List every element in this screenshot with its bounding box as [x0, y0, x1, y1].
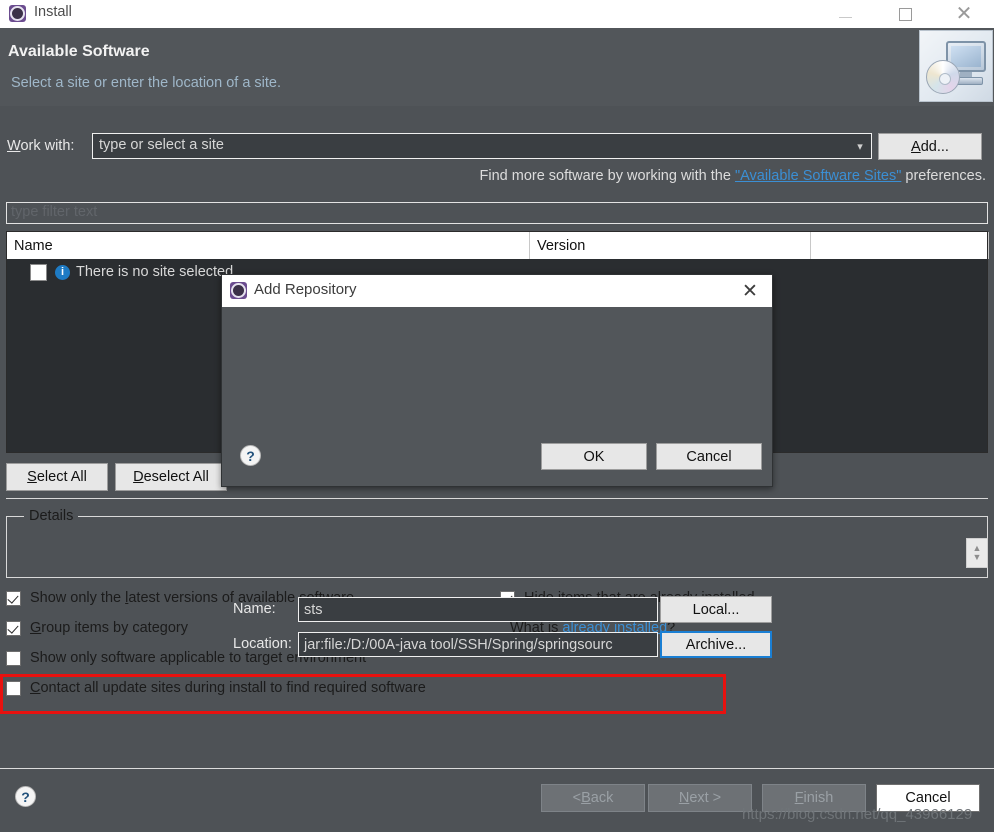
ok-button[interactable]: OK	[541, 443, 647, 470]
help-icon[interactable]: ?	[15, 786, 36, 807]
help-icon[interactable]: ?	[240, 445, 261, 466]
archive-button[interactable]: Archive...	[660, 631, 772, 658]
column-header-version[interactable]: Version	[530, 232, 811, 259]
window-titlebar: Install ✕	[0, 0, 994, 28]
checkbox-label: Group items by category	[30, 620, 188, 636]
page-subtitle: Select a site or enter the location of a…	[11, 75, 282, 91]
row-label: There is no site selected.	[76, 264, 238, 280]
spinner-updown-icon[interactable]: ▲ ▼	[966, 538, 988, 568]
next-button[interactable]: Next >	[648, 784, 752, 812]
location-input[interactable]: jar:file:/D:/00A-java tool/SSH/Spring/sp…	[298, 632, 658, 657]
checkbox-box[interactable]	[6, 620, 21, 636]
select-all-button[interactable]: Select All	[6, 463, 108, 491]
work-with-placeholder: type or select a site	[99, 137, 224, 153]
page-header: Available Software Select a site or ente…	[0, 28, 994, 106]
details-legend: Details	[24, 508, 79, 524]
row-checkbox[interactable]	[30, 263, 47, 281]
checkbox-box[interactable]	[6, 590, 21, 606]
gear-icon	[9, 5, 26, 22]
minimize-icon[interactable]	[822, 0, 868, 28]
add-button[interactable]: Add...	[878, 133, 982, 160]
annotation-highlight-box	[0, 674, 726, 714]
separator	[6, 498, 988, 499]
watermark: https://blog.csdn.net/qq_43966129	[742, 806, 973, 823]
name-label: Name:	[233, 601, 276, 617]
find-more-software-text: Find more software by working with the "…	[480, 168, 987, 184]
dialog-cancel-button[interactable]: Cancel	[656, 443, 762, 470]
column-header-name[interactable]: Name	[7, 232, 530, 259]
column-header-blank[interactable]	[811, 232, 989, 259]
work-with-label: Work with:	[7, 138, 75, 154]
add-repository-dialog: Add Repository ✕ Name: sts Local... Loca…	[221, 274, 773, 658]
bottom-separator	[0, 768, 994, 769]
dialog-title: Add Repository	[254, 281, 357, 298]
chevron-down-icon[interactable]: ▾	[849, 134, 871, 158]
available-software-sites-link[interactable]: "Available Software Sites"	[735, 168, 901, 184]
dialog-titlebar: Add Repository ✕	[222, 275, 772, 307]
find-more-suffix: preferences.	[901, 168, 986, 184]
work-with-combo[interactable]: type or select a site ▾	[92, 133, 872, 159]
checkbox-box[interactable]	[6, 650, 21, 666]
name-input[interactable]: sts	[298, 597, 658, 622]
checkbox-group-by-category[interactable]: Group items by category	[6, 620, 188, 636]
deselect-all-button[interactable]: Deselect All	[115, 463, 227, 491]
table-header-row: Name Version	[7, 232, 989, 259]
info-icon: i	[55, 264, 70, 280]
details-panel	[6, 516, 988, 578]
computer-cd-icon	[919, 30, 993, 102]
find-more-prefix: Find more software by working with the	[479, 168, 735, 184]
filter-placeholder: type filter text	[11, 204, 98, 220]
maximize-icon[interactable]	[882, 0, 928, 28]
page-title: Available Software	[8, 43, 150, 60]
gear-icon	[230, 282, 247, 299]
filter-input[interactable]: type filter text	[6, 202, 988, 224]
window-title: Install	[34, 4, 72, 20]
close-icon[interactable]: ✕	[941, 0, 987, 28]
location-label: Location:	[233, 636, 292, 652]
back-button[interactable]: < Back	[541, 784, 645, 812]
close-icon[interactable]: ✕	[728, 275, 772, 307]
local-button[interactable]: Local...	[660, 596, 772, 623]
